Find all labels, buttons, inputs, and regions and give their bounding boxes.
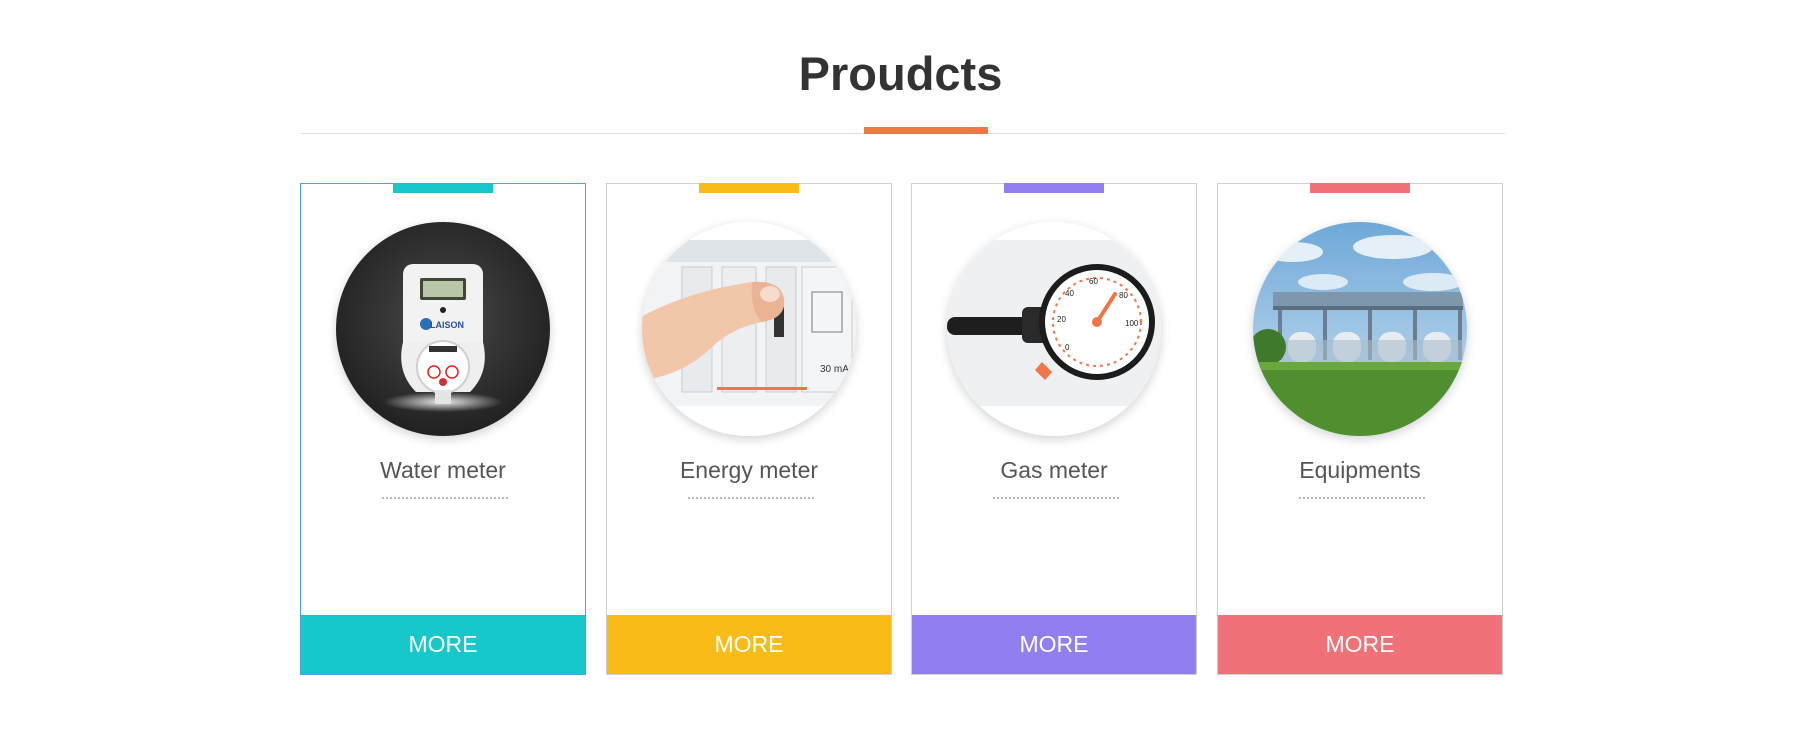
product-title[interactable]: Gas meter — [912, 457, 1196, 484]
section-title: Proudcts — [798, 47, 1003, 100]
card-tab — [699, 183, 799, 193]
more-button-water-meter[interactable]: MORE — [301, 615, 585, 674]
brand-label: LAISON — [430, 320, 464, 330]
water-meter-image[interactable]: LAISON — [336, 222, 550, 436]
product-card-equipments[interactable]: Equipments MORE — [1217, 183, 1503, 675]
gauge-tick: 60 — [1089, 277, 1098, 286]
more-button-gas-meter[interactable]: MORE — [912, 615, 1196, 674]
industrial-plant-photo-icon — [1253, 222, 1467, 436]
product-card-gas-meter[interactable]: 0 20 40 60 80 100 Gas meter MORE — [911, 183, 1197, 675]
product-card-water-meter[interactable]: LAISON Water meter MORE — [300, 183, 586, 675]
gauge-tick: 40 — [1065, 289, 1074, 298]
circuit-breaker-photo-icon: 30 mA — [642, 222, 856, 436]
energy-meter-image[interactable]: 30 mA — [642, 222, 856, 436]
water-meter-photo-icon: LAISON — [336, 222, 550, 436]
card-tab — [393, 183, 493, 193]
title-dotted-divider — [1299, 497, 1425, 499]
pressure-gauge-photo-icon: 0 20 40 60 80 100 — [947, 222, 1161, 436]
product-cards: LAISON Water meter MORE 30 mA Energy met… — [300, 183, 1506, 675]
title-dotted-divider — [382, 497, 508, 499]
equipments-image[interactable] — [1253, 222, 1467, 436]
products-section: Proudcts LAISON Water meter MORE 30 mA E… — [0, 0, 1801, 731]
more-button-energy-meter[interactable]: MORE — [607, 615, 891, 674]
gauge-tick: 80 — [1119, 291, 1128, 300]
gauge-tick: 100 — [1125, 319, 1139, 328]
product-title[interactable]: Energy meter — [607, 457, 891, 484]
product-title[interactable]: Water meter — [301, 457, 585, 484]
more-button-equipments[interactable]: MORE — [1218, 615, 1502, 674]
gauge-tick: 0 — [1065, 343, 1070, 352]
card-tab — [1004, 183, 1104, 193]
title-accent-bar — [864, 127, 988, 134]
title-dotted-divider — [688, 497, 814, 499]
breaker-rating: 30 mA — [820, 364, 849, 375]
gauge-tick: 20 — [1057, 315, 1066, 324]
product-title[interactable]: Equipments — [1218, 457, 1502, 484]
card-tab — [1310, 183, 1410, 193]
product-card-energy-meter[interactable]: 30 mA Energy meter MORE — [606, 183, 892, 675]
gas-meter-image[interactable]: 0 20 40 60 80 100 — [947, 222, 1161, 436]
title-dotted-divider — [993, 497, 1119, 499]
